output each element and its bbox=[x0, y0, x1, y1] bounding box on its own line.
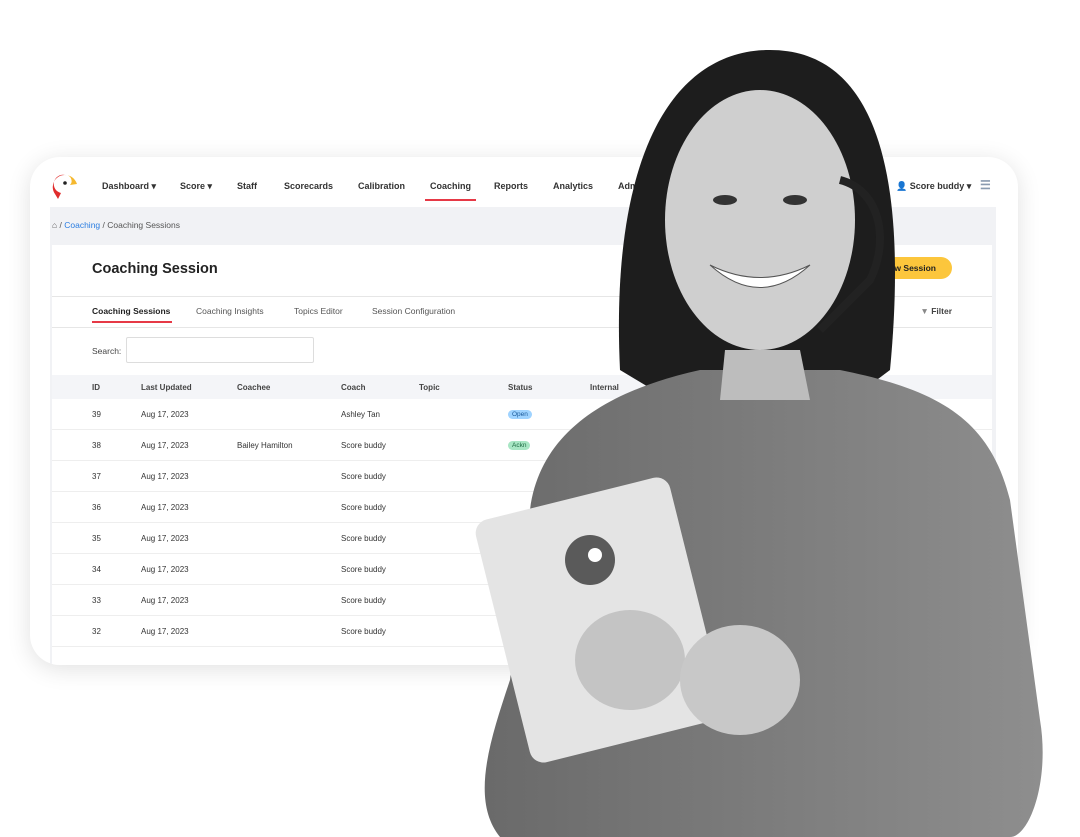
tab-topics-editor[interactable]: Topics Editor bbox=[294, 306, 343, 316]
cell-coach: Score buddy bbox=[341, 596, 386, 605]
col-coach[interactable]: Coach bbox=[341, 383, 365, 392]
col-id[interactable]: ID bbox=[92, 383, 100, 392]
cell-coach: Score buddy bbox=[341, 441, 386, 450]
cell-id: 37 bbox=[92, 472, 101, 481]
tab-session-configuration[interactable]: Session Configuration bbox=[372, 306, 455, 316]
nav-scorecards[interactable]: Scorecards bbox=[284, 181, 333, 191]
cell-coach: Score buddy bbox=[341, 503, 386, 512]
cell-updated: Aug 17, 2023 bbox=[141, 503, 189, 512]
cell-updated: Aug 17, 2023 bbox=[141, 534, 189, 543]
nav-score[interactable]: Score ▾ bbox=[180, 181, 212, 192]
cell-id: 32 bbox=[92, 627, 101, 636]
search-label: Search: bbox=[92, 346, 122, 356]
cell-id: 34 bbox=[92, 565, 101, 574]
col-topic[interactable]: Topic bbox=[419, 383, 440, 392]
cell-id: 39 bbox=[92, 410, 101, 419]
tab-coaching-insights[interactable]: Coaching Insights bbox=[196, 306, 264, 316]
col-coachee[interactable]: Coachee bbox=[237, 383, 270, 392]
nav-calibration[interactable]: Calibration bbox=[358, 181, 405, 191]
parrot-logo bbox=[52, 174, 77, 199]
cell-id: 35 bbox=[92, 534, 101, 543]
cell-coach: Score buddy bbox=[341, 565, 386, 574]
cell-coach: Ashley Tan bbox=[341, 410, 380, 419]
cell-coach: Score buddy bbox=[341, 534, 386, 543]
search-input[interactable] bbox=[126, 337, 314, 363]
col-last-updated[interactable]: Last Updated bbox=[141, 383, 192, 392]
page-title: Coaching Session bbox=[92, 261, 218, 277]
tab-coaching-sessions[interactable]: Coaching Sessions bbox=[92, 306, 173, 323]
cell-id: 38 bbox=[92, 441, 101, 450]
nav-dashboard[interactable]: Dashboard ▾ bbox=[102, 181, 156, 192]
breadcrumb: ⌂ / Coaching / Coaching Sessions bbox=[52, 220, 181, 230]
woman-with-tablet-photo bbox=[475, 50, 1043, 837]
cell-updated: Aug 17, 2023 bbox=[141, 410, 189, 419]
cell-updated: Aug 17, 2023 bbox=[141, 472, 189, 481]
nav-coaching[interactable]: Coaching bbox=[424, 181, 477, 201]
cell-coach: Score buddy bbox=[341, 472, 386, 481]
cell-id: 36 bbox=[92, 503, 101, 512]
cell-coachee: Bailey Hamilton bbox=[237, 441, 293, 450]
breadcrumb-coaching[interactable]: Coaching bbox=[64, 220, 100, 230]
cell-updated: Aug 17, 2023 bbox=[141, 565, 189, 574]
cell-updated: Aug 17, 2023 bbox=[141, 596, 189, 605]
cell-coach: Score buddy bbox=[341, 627, 386, 636]
home-icon[interactable]: ⌂ bbox=[52, 220, 57, 230]
cell-updated: Aug 17, 2023 bbox=[141, 627, 189, 636]
cell-id: 33 bbox=[92, 596, 101, 605]
cell-updated: Aug 17, 2023 bbox=[141, 441, 189, 450]
nav-staff[interactable]: Staff bbox=[237, 181, 257, 191]
